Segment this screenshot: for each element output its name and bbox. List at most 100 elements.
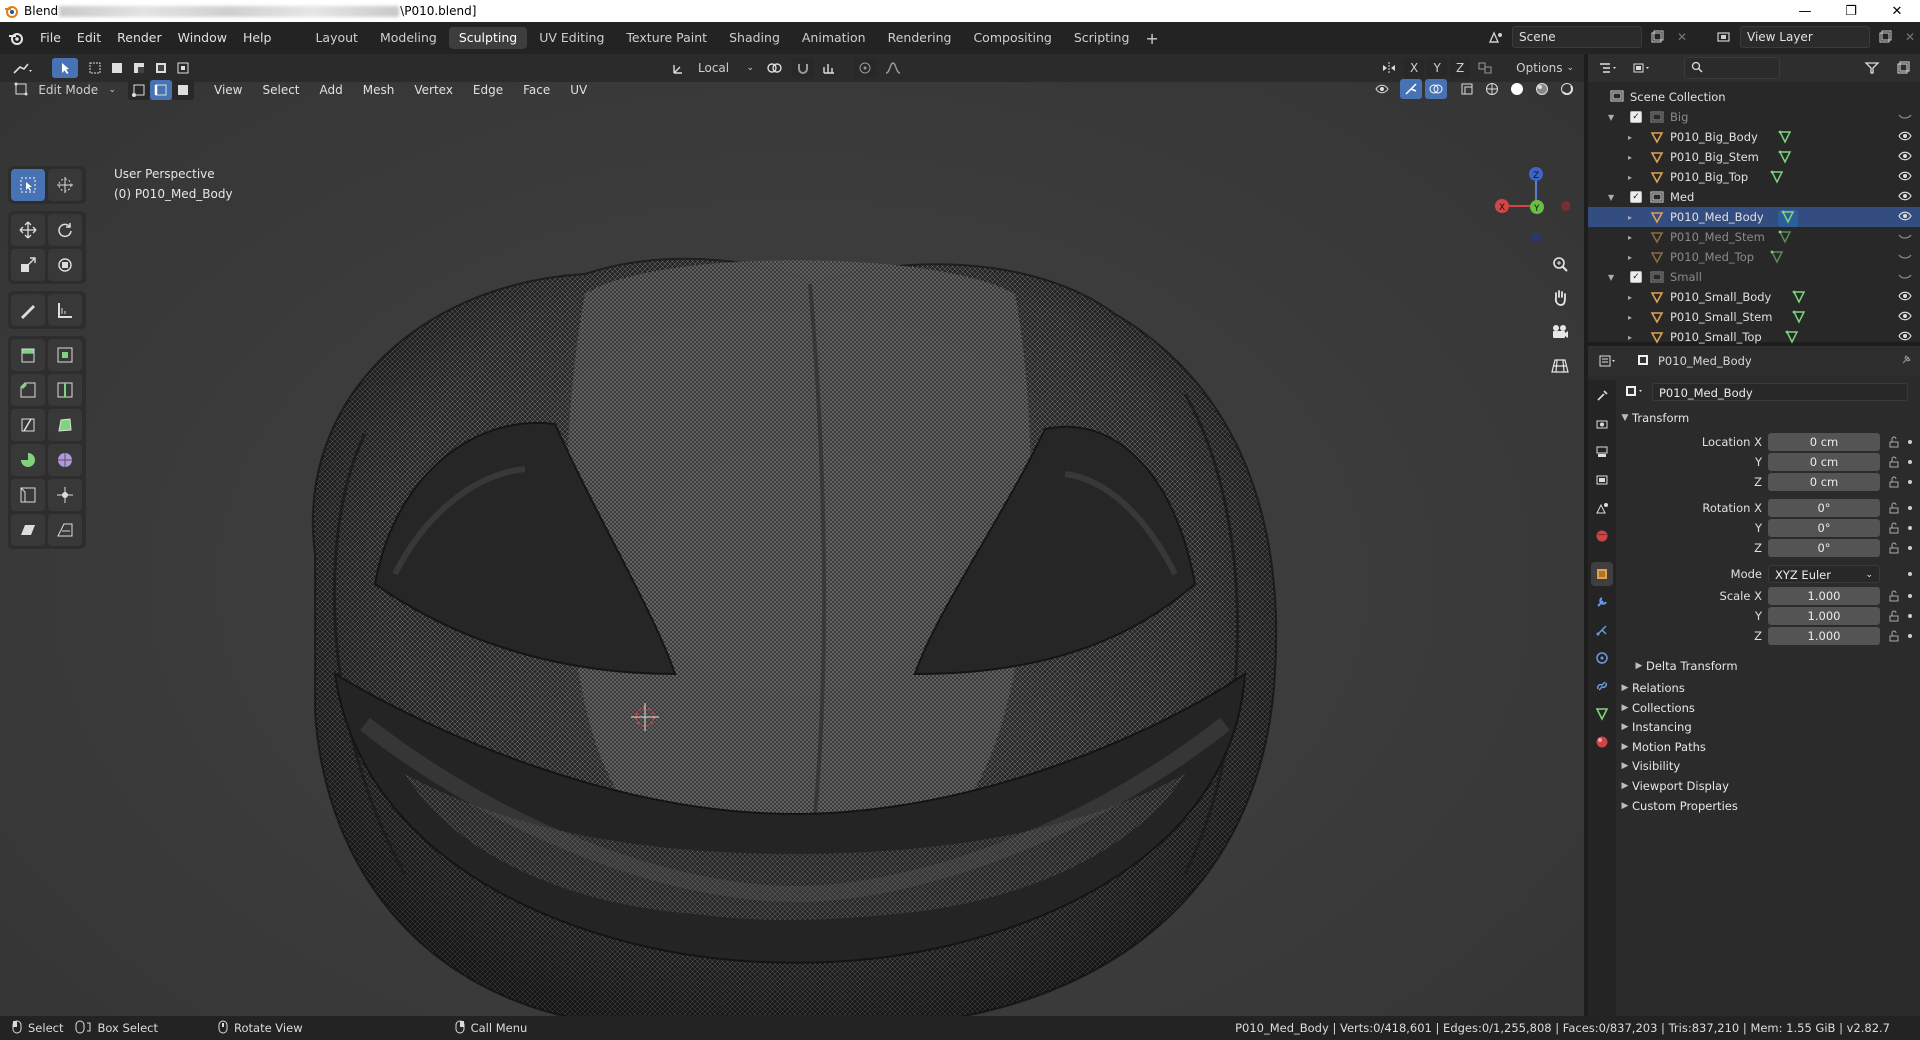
- cursor-tool-icon[interactable]: [48, 169, 82, 201]
- mode-selector[interactable]: Edit Mode ⌄: [10, 80, 120, 100]
- pin-icon[interactable]: [1900, 354, 1912, 369]
- annotate-tool-icon[interactable]: [11, 294, 45, 326]
- modifiers-tab-icon[interactable]: [1591, 590, 1613, 614]
- outliner-editor-type-icon[interactable]: [1594, 58, 1622, 78]
- collapsed-arrow-icon[interactable]: ▸: [1628, 333, 1632, 342]
- add-workspace-icon[interactable]: +: [1141, 28, 1162, 48]
- viewport-menu-face[interactable]: Face: [515, 79, 558, 101]
- workspace-tab-modeling[interactable]: Modeling: [370, 27, 447, 49]
- spin-tool-icon[interactable]: [11, 444, 45, 476]
- camera-icon[interactable]: [1546, 318, 1574, 346]
- menu-render[interactable]: Render: [109, 27, 170, 49]
- keyframe-dot[interactable]: [1908, 634, 1912, 638]
- outliner-scene-collection[interactable]: Scene Collection: [1588, 87, 1920, 107]
- new-scene-icon[interactable]: [1646, 27, 1668, 47]
- options-dropdown[interactable]: Options ⌄: [1512, 58, 1578, 78]
- panel-custom-properties[interactable]: ▶ Custom Properties: [1618, 794, 1920, 818]
- mesh-data-icon[interactable]: [1778, 150, 1792, 167]
- pumpkin-mesh[interactable]: [255, 254, 1335, 1016]
- active-tool-icon[interactable]: [52, 58, 78, 78]
- auto-merge-icon[interactable]: [1473, 58, 1497, 78]
- particles-tab-icon[interactable]: [1591, 618, 1613, 642]
- keyframe-dot[interactable]: [1908, 506, 1912, 510]
- minimize-button[interactable]: —: [1782, 0, 1828, 22]
- outliner-object-row[interactable]: ▸ P010_Big_Stem: [1588, 147, 1920, 167]
- mesh-data-icon[interactable]: [1785, 330, 1799, 347]
- scene-tab-icon[interactable]: [1591, 496, 1613, 520]
- snap-target-icon[interactable]: [818, 58, 844, 78]
- visibility-selectability-icon[interactable]: [1371, 79, 1397, 99]
- workspace-tab-animation[interactable]: Animation: [792, 27, 876, 49]
- scene-selector[interactable]: Scene: [1512, 26, 1642, 48]
- mesh-data-icon[interactable]: [1770, 250, 1784, 267]
- eye-icon[interactable]: [1898, 190, 1912, 205]
- outliner-object-row[interactable]: ▸ P010_Med_Stem: [1588, 227, 1920, 247]
- collection-checkbox[interactable]: ✓: [1630, 111, 1642, 123]
- perspective-grid-icon[interactable]: [1546, 352, 1574, 380]
- scale-x-field[interactable]: 1.000: [1768, 587, 1880, 605]
- new-collection-icon[interactable]: [1892, 58, 1914, 78]
- delete-view-layer-icon[interactable]: ✕: [1900, 27, 1920, 47]
- lock-icon[interactable]: [1888, 542, 1900, 554]
- wireframe-shading-icon[interactable]: [1481, 79, 1503, 99]
- select-mode-new-icon[interactable]: [84, 58, 106, 78]
- outliner-object-row[interactable]: ▸ P010_Small_Top: [1588, 327, 1920, 347]
- outliner-object-row[interactable]: ▸ P010_Small_Stem: [1588, 307, 1920, 327]
- viewport-menu-edge[interactable]: Edge: [465, 79, 511, 101]
- view-layer-tab-icon[interactable]: [1591, 468, 1613, 492]
- data-block-icon[interactable]: [1624, 384, 1646, 401]
- scale-y-field[interactable]: 1.000: [1768, 607, 1880, 625]
- lock-icon[interactable]: [1888, 436, 1900, 448]
- collection-checkbox[interactable]: ✓: [1630, 271, 1642, 283]
- menu-file[interactable]: File: [32, 27, 69, 49]
- viewport-menu-select[interactable]: Select: [254, 79, 307, 101]
- eye-icon[interactable]: [1898, 290, 1912, 305]
- data-block-name-field[interactable]: P010_Med_Body: [1652, 383, 1908, 401]
- zoom-icon[interactable]: [1546, 250, 1574, 278]
- mirror-icon[interactable]: [1377, 58, 1401, 78]
- filter-icon[interactable]: [1860, 58, 1886, 78]
- loop-cut-tool-icon[interactable]: [48, 374, 82, 406]
- tool-tab-icon[interactable]: [1591, 384, 1613, 408]
- pivot-point-icon[interactable]: [762, 58, 788, 78]
- scene-icon[interactable]: [1484, 27, 1508, 47]
- collapsed-arrow-icon[interactable]: ▸: [1628, 133, 1632, 142]
- shrink-fatten-tool-icon[interactable]: [48, 479, 82, 511]
- eye-icon[interactable]: [1898, 330, 1912, 345]
- transform-panel-header[interactable]: ▼ Transform: [1618, 406, 1920, 430]
- select-mode-extend-icon[interactable]: [106, 58, 128, 78]
- outliner-collection-row[interactable]: ▼ ✓ Med: [1588, 187, 1920, 207]
- expand-arrow-icon[interactable]: ▼: [1608, 273, 1614, 282]
- mesh-data-icon[interactable]: [1777, 210, 1798, 227]
- workspace-tab-rendering[interactable]: Rendering: [878, 27, 962, 49]
- overlay-toggle-icon[interactable]: [1425, 79, 1447, 99]
- select-mode-invert-icon[interactable]: [150, 58, 172, 78]
- collapsed-arrow-icon[interactable]: ▸: [1628, 253, 1632, 262]
- edge-select-mode-icon[interactable]: [150, 80, 172, 100]
- collection-checkbox[interactable]: ✓: [1630, 191, 1642, 203]
- mesh-data-icon[interactable]: [1778, 130, 1792, 147]
- view-layer-selector[interactable]: View Layer: [1740, 26, 1870, 48]
- eye-closed-icon[interactable]: [1898, 250, 1912, 265]
- rotation-mode-dropdown[interactable]: XYZ Euler ⌄: [1768, 565, 1880, 583]
- rendered-shading-icon[interactable]: [1556, 79, 1578, 99]
- xray-toggle-icon[interactable]: [1456, 79, 1478, 99]
- lock-icon[interactable]: [1888, 502, 1900, 514]
- proportional-editing-icon[interactable]: [854, 58, 876, 78]
- keyframe-dot[interactable]: [1908, 526, 1912, 530]
- poly-build-tool-icon[interactable]: [48, 409, 82, 441]
- rotation-z-field[interactable]: 0°: [1768, 539, 1880, 557]
- workspace-tab-texture-paint[interactable]: Texture Paint: [616, 27, 717, 49]
- collapsed-arrow-icon[interactable]: ▸: [1628, 153, 1632, 162]
- eye-closed-icon[interactable]: [1898, 270, 1912, 285]
- outliner-object-row[interactable]: ▸ P010_Big_Top: [1588, 167, 1920, 187]
- expand-arrow-icon[interactable]: ▼: [1608, 193, 1614, 202]
- workspace-tab-shading[interactable]: Shading: [719, 27, 790, 49]
- keyframe-dot[interactable]: [1908, 440, 1912, 444]
- workspace-tab-layout[interactable]: Layout: [305, 27, 368, 49]
- lock-icon[interactable]: [1888, 630, 1900, 642]
- select-mode-subtract-icon[interactable]: [128, 58, 150, 78]
- outliner-object-row[interactable]: ▸ P010_Med_Body: [1588, 207, 1920, 227]
- viewport-menu-add[interactable]: Add: [312, 79, 351, 101]
- material-tab-icon[interactable]: [1591, 730, 1613, 754]
